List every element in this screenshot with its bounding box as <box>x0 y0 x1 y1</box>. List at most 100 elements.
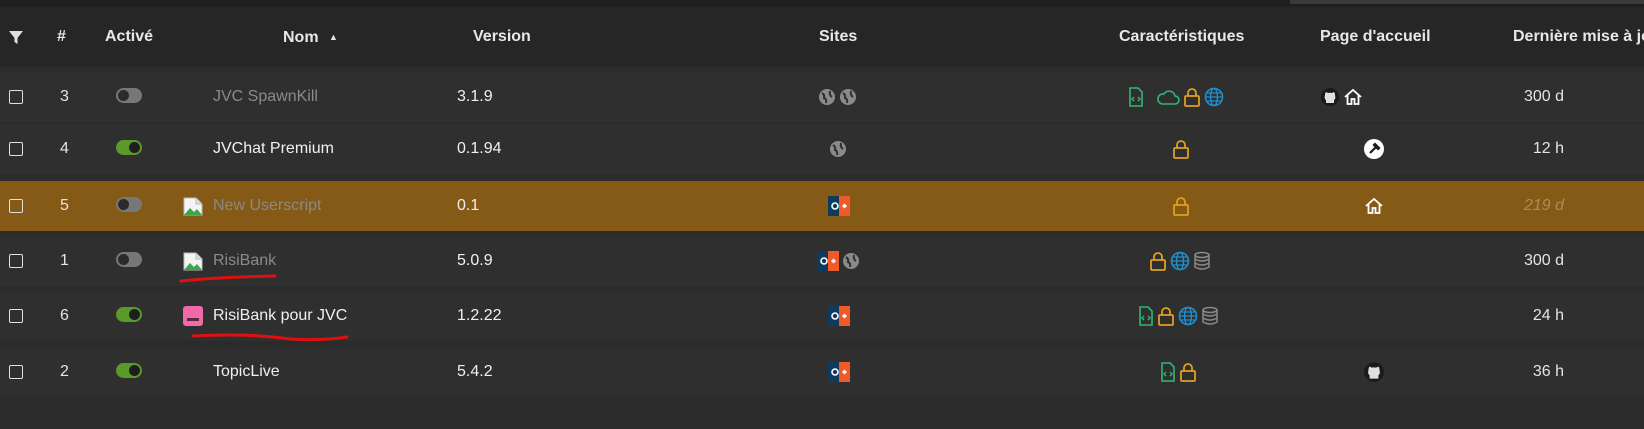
file-code-icon <box>1128 87 1144 107</box>
row-num: 4 <box>60 140 69 157</box>
jvc-icon <box>817 251 839 271</box>
annotation-underline <box>179 274 277 283</box>
file-code-icon <box>1160 362 1176 382</box>
row-num: 1 <box>60 252 69 269</box>
sites-icons <box>828 347 850 397</box>
header-sites[interactable]: Sites <box>819 7 857 67</box>
sites-icons <box>828 291 850 341</box>
row-checkbox[interactable] <box>9 254 23 268</box>
script-version: 0.1 <box>457 197 480 214</box>
filter-icon[interactable] <box>8 7 24 67</box>
homepage-icons <box>1364 181 1384 231</box>
header-homepage[interactable]: Page d'accueil <box>1320 7 1431 67</box>
homepage-icons <box>1363 124 1385 174</box>
table-row[interactable]: 4 JVChat Premium 0.1.94 12 h <box>0 124 1644 174</box>
row-checkbox[interactable] <box>9 90 23 104</box>
last-updated: 24 h <box>1532 307 1564 324</box>
enable-toggle[interactable] <box>116 363 142 378</box>
last-updated: 12 h <box>1532 140 1564 157</box>
script-version: 3.1.9 <box>457 88 493 105</box>
features-icons <box>1128 72 1224 122</box>
row-num: 3 <box>60 88 69 105</box>
github-icon[interactable] <box>1363 361 1385 383</box>
web-icon <box>1178 306 1198 326</box>
table-header: # Activé Nom ▲ Version Sites Caractérist… <box>0 7 1644 67</box>
enable-toggle[interactable] <box>116 140 142 155</box>
globe-icon <box>818 88 836 106</box>
sites-icons <box>829 124 847 174</box>
web-icon <box>1204 87 1224 107</box>
lock-icon <box>1157 306 1175 326</box>
github-icon[interactable] <box>1320 87 1340 107</box>
header-features[interactable]: Caractéristiques <box>1119 7 1244 67</box>
script-name[interactable]: New Userscript <box>213 181 321 231</box>
web-icon <box>1170 251 1190 271</box>
row-checkbox[interactable] <box>9 142 23 156</box>
features-icons <box>1172 124 1190 174</box>
sites-icons <box>817 236 860 286</box>
annotation-underline <box>191 333 349 342</box>
lock-icon <box>1179 362 1197 382</box>
script-name[interactable]: JVC SpawnKill <box>213 72 318 122</box>
database-icon <box>1201 306 1219 326</box>
row-num: 2 <box>60 363 69 380</box>
row-checkbox[interactable] <box>9 199 23 213</box>
last-updated: 36 h <box>1532 363 1564 380</box>
row-num: 6 <box>60 307 69 324</box>
enable-toggle[interactable] <box>116 252 142 267</box>
lock-icon <box>1183 87 1201 107</box>
table-row[interactable]: 5 New Userscript 0.1 219 d <box>0 181 1644 231</box>
header-name[interactable]: Nom ▲ <box>283 7 338 67</box>
lock-icon <box>1149 251 1167 271</box>
script-name[interactable]: JVChat Premium <box>213 124 334 174</box>
script-version: 5.0.9 <box>457 252 493 269</box>
lock-icon <box>1172 139 1190 159</box>
globe-icon <box>829 140 847 158</box>
lock-icon <box>1172 196 1190 216</box>
tool-icon[interactable] <box>1363 138 1385 160</box>
homepage-icons <box>1320 72 1363 122</box>
enable-toggle[interactable] <box>116 88 142 103</box>
sites-icons <box>818 72 857 122</box>
table-row[interactable]: 3 JVC SpawnKill 3.1.9 300 d <box>0 72 1644 122</box>
header-updated[interactable]: Dernière mise à jo <box>1513 7 1644 67</box>
features-icons <box>1160 347 1197 397</box>
sites-icons <box>828 181 850 231</box>
enable-toggle[interactable] <box>116 197 142 212</box>
enable-toggle[interactable] <box>116 307 142 322</box>
header-num[interactable]: # <box>57 7 66 67</box>
sort-asc-icon: ▲ <box>329 32 338 42</box>
broken-image-icon <box>183 196 203 216</box>
homepage-icons <box>1363 347 1385 397</box>
last-updated: 219 d <box>1523 197 1564 214</box>
features-icons <box>1138 291 1219 341</box>
row-checkbox[interactable] <box>9 309 23 323</box>
home-icon[interactable] <box>1343 87 1363 107</box>
file-code-icon <box>1138 306 1154 326</box>
header-enabled[interactable]: Activé <box>105 7 153 67</box>
globe-icon <box>842 252 860 270</box>
top-scroll-strip <box>0 0 1644 7</box>
cloud-icon <box>1156 88 1180 106</box>
globe-icon <box>839 88 857 106</box>
horizontal-scrollbar[interactable] <box>1290 0 1644 4</box>
jvc-icon <box>828 306 850 326</box>
last-updated: 300 d <box>1523 88 1564 105</box>
script-name[interactable]: TopicLive <box>213 347 280 397</box>
broken-image-icon <box>183 251 203 271</box>
features-icons <box>1172 181 1190 231</box>
script-version: 5.4.2 <box>457 363 493 380</box>
jvc-icon <box>828 362 850 382</box>
row-checkbox[interactable] <box>9 365 23 379</box>
table-row[interactable]: 2 TopicLive 5.4.2 36 h <box>0 347 1644 397</box>
risibank-icon <box>183 306 203 326</box>
row-num: 5 <box>60 197 69 214</box>
database-icon <box>1193 251 1211 271</box>
features-icons <box>1149 236 1211 286</box>
home-icon[interactable] <box>1364 196 1384 216</box>
last-updated: 300 d <box>1523 252 1564 269</box>
script-version: 0.1.94 <box>457 140 502 157</box>
header-version[interactable]: Version <box>473 7 531 67</box>
header-name-label: Nom <box>283 29 319 46</box>
jvc-icon <box>828 196 850 216</box>
